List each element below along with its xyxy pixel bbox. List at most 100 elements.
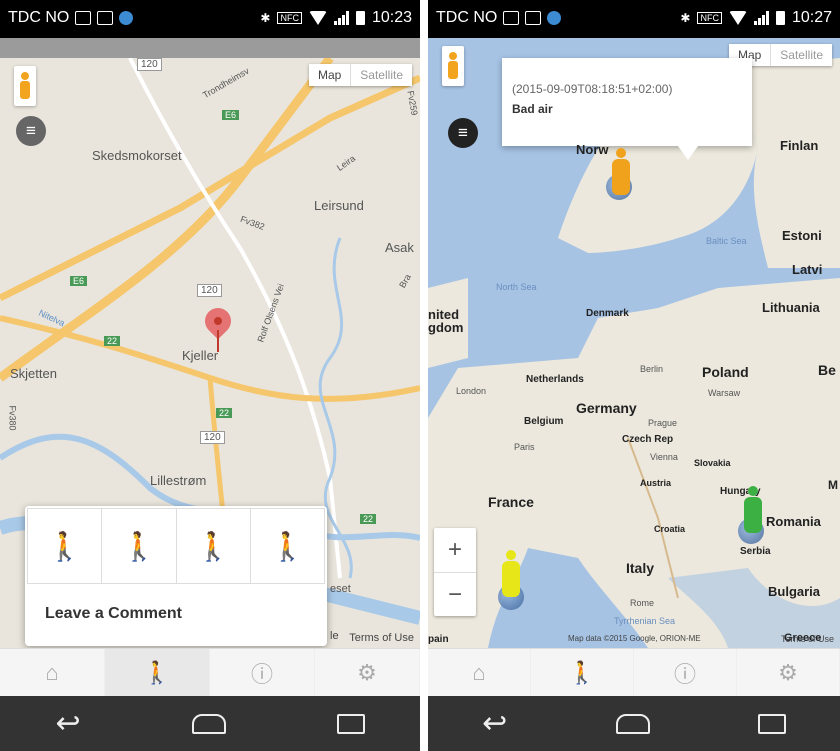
notification-icon — [503, 11, 520, 25]
signal-icon — [333, 11, 349, 25]
air-quality-green-button[interactable]: 🚶 — [28, 509, 103, 583]
map-type-satellite-button[interactable]: Satellite — [350, 64, 412, 86]
recent-apps-icon[interactable] — [336, 713, 365, 734]
map-copyright: Map data ©2015 Google, ORION-ME — [568, 634, 701, 643]
layers-menu-icon[interactable]: ≡ — [448, 118, 478, 148]
map-view[interactable]: Map Satellite ≡ Skedsmokorset Leirsund A… — [0, 58, 420, 648]
city-label: Berlin — [640, 364, 664, 374]
walker-red-icon: 🚶 — [269, 530, 305, 562]
sea-label: North Sea — [496, 282, 537, 292]
tab-settings[interactable]: ⚙ — [737, 649, 840, 697]
city-label: Warsaw — [708, 388, 741, 398]
yellow-walker-marker-icon[interactable] — [500, 550, 522, 598]
air-quality-orange-button[interactable]: 🚶 — [177, 509, 251, 583]
country-label: nited gdom — [428, 307, 464, 335]
country-label: pain — [428, 634, 449, 645]
walker-orange-icon: 🚶 — [195, 530, 231, 562]
tab-home[interactable]: ⌂ — [0, 649, 105, 697]
country-label: Croatia — [654, 524, 686, 534]
battery-icon — [775, 11, 785, 25]
orange-walker-marker-icon[interactable] — [610, 148, 632, 196]
country-label: Germany — [576, 400, 637, 416]
route-shield: 22 — [216, 408, 233, 418]
status-bar: TDC NO ✱ NFC 10:27 — [428, 0, 840, 38]
phone-screen-europe: TDC NO ✱ NFC 10:27 Map Satellite ≡ (2015… — [428, 0, 840, 751]
home-icon: ⌂ — [472, 660, 486, 685]
tab-settings[interactable]: ⚙ — [315, 649, 420, 697]
notification-icon — [75, 11, 92, 25]
home-nav-icon[interactable] — [615, 713, 650, 734]
carrier-label: TDC NO — [8, 9, 70, 26]
country-label: Austria — [640, 478, 672, 488]
info-icon: ⓘ — [673, 662, 696, 687]
info-window: (2015-09-09T08:18:51+02:00) Bad air — [502, 58, 752, 160]
country-label: Estoni — [782, 228, 822, 243]
route-shield: E6 — [70, 276, 88, 286]
map-type-map-button[interactable]: Map — [309, 64, 350, 86]
route-shield: 120 — [137, 58, 162, 71]
air-quality-red-button[interactable]: 🚶 — [251, 509, 324, 583]
city-label: Vienna — [650, 452, 678, 462]
country-label: Romania — [766, 514, 821, 529]
tab-home[interactable]: ⌂ — [428, 649, 531, 697]
map-type-control: Map Satellite — [308, 64, 412, 86]
city-label: Paris — [514, 442, 535, 452]
clock: 10:27 — [791, 9, 832, 26]
route-shield: 22 — [104, 336, 121, 346]
settings-icon: ⚙ — [357, 660, 377, 685]
city-label: London — [456, 386, 487, 396]
country-label: Slovakia — [694, 458, 731, 468]
country-label: Bulgaria — [768, 584, 821, 599]
green-walker-marker-icon[interactable] — [742, 486, 764, 534]
leave-comment-button[interactable]: Leave a Comment — [45, 605, 182, 623]
place-label: eset — [330, 583, 351, 595]
tab-report[interactable]: 🚶 — [531, 649, 634, 697]
back-icon[interactable]: ↩ — [482, 706, 507, 741]
country-label: Latvi — [792, 262, 823, 277]
map-view[interactable]: Map Satellite ≡ (2015-09-09T08:18:51+02:… — [428, 38, 840, 648]
google-logo-fragment: le — [330, 630, 339, 642]
info-icon: ⓘ — [250, 662, 273, 687]
image-icon — [97, 11, 114, 25]
bottom-tab-bar: ⌂ 🚶 ⓘ ⚙ — [428, 648, 840, 697]
layers-menu-icon[interactable]: ≡ — [16, 116, 46, 146]
place-label: Kjeller — [182, 348, 219, 363]
phone-screen-local: TDC NO ✱ NFC 10:23 Map Satellite ≡ Skeds… — [0, 0, 420, 751]
air-quality-yellow-button[interactable]: 🚶 — [102, 509, 177, 583]
recent-apps-icon[interactable] — [757, 713, 786, 734]
place-label: Skjetten — [10, 366, 57, 381]
home-icon: ⌂ — [45, 660, 59, 685]
street-view-pegman-icon[interactable] — [14, 66, 36, 106]
bottom-tab-bar: ⌂ 🚶 ⓘ ⚙ — [0, 648, 420, 697]
home-nav-icon[interactable] — [191, 713, 226, 734]
app-header-bar — [0, 38, 420, 58]
zoom-in-button[interactable]: + — [434, 528, 476, 572]
country-label: M — [828, 478, 838, 492]
route-shield: 120 — [200, 431, 225, 444]
walker-green-icon: 🚶 — [47, 530, 83, 562]
carrier-label: TDC NO — [436, 9, 498, 26]
street-view-pegman-icon[interactable] — [442, 46, 464, 86]
tab-info[interactable]: ⓘ — [210, 649, 315, 697]
nfc-icon: NFC — [697, 12, 722, 24]
terms-of-use-link[interactable]: Terms of Use — [349, 632, 414, 644]
country-label: Norw — [576, 142, 609, 157]
back-icon[interactable]: ↩ — [55, 706, 80, 741]
country-label: Belgium — [524, 416, 564, 427]
map-type-satellite-button[interactable]: Satellite — [770, 44, 832, 66]
country-label: Serbia — [740, 546, 771, 557]
terms-of-use-link[interactable]: Terms of Use — [781, 634, 834, 644]
report-message: Bad air — [512, 102, 553, 116]
air-quality-report-popup: 🚶 🚶 🚶 🚶 Leave a Comment — [25, 506, 327, 646]
country-label: Be — [818, 362, 836, 378]
place-label: Lillestrøm — [150, 473, 207, 488]
route-shield: 22 — [360, 514, 377, 524]
air-quality-options: 🚶 🚶 🚶 🚶 — [27, 508, 325, 584]
tab-report[interactable]: 🚶 — [105, 649, 210, 697]
tab-info[interactable]: ⓘ — [634, 649, 737, 697]
zoom-out-button[interactable]: − — [434, 572, 476, 617]
sea-label: Baltic Sea — [706, 236, 747, 246]
signal-icon — [753, 11, 769, 25]
country-label: Italy — [626, 560, 655, 576]
nfc-icon: NFC — [277, 12, 302, 24]
